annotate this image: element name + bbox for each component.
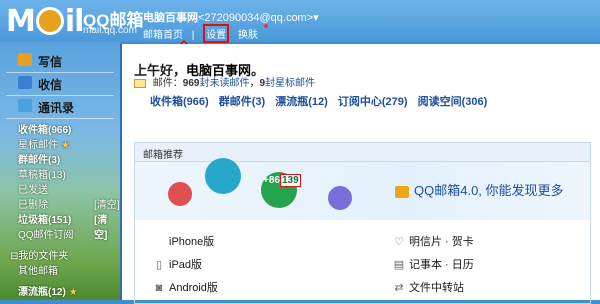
folder-label: 其他邮箱 — [18, 266, 58, 277]
folder-list: 收件箱(966) 星标邮件 ★ 群邮件(3) 草稿箱(13) 已发送 已删除 [清空… — [0, 123, 120, 300]
folder-shortcuts: 收件箱(966) 群邮件(3) 漂流瓶(12) 订阅中心(279) 阅读空间(3… — [150, 93, 494, 109]
badge-highlight: 139 — [279, 174, 301, 187]
folder-label: 垃圾箱(151) — [18, 215, 72, 226]
shortcut-bottle[interactable]: 漂流瓶(12) — [275, 96, 328, 108]
calendar-bubble-icon — [168, 182, 192, 206]
unread-link[interactable]: 封未读邮件 — [199, 78, 249, 89]
quick-contacts-button[interactable]: 通讯录 — [0, 96, 118, 118]
file-transfer-link[interactable]: ⇄ 文件中转站 — [393, 279, 464, 295]
folder-label: QQ邮件订阅 — [18, 230, 74, 241]
folder-group[interactable]: 群邮件(3) — [0, 153, 120, 168]
badge-prefix: +86 — [263, 175, 280, 186]
folder-sent[interactable]: 已发送 — [0, 183, 120, 198]
shortcut-group[interactable]: 群邮件(3) — [219, 96, 265, 108]
notebook-icon: ▤ — [393, 259, 405, 271]
folder-label: 收件箱(966) — [18, 125, 72, 136]
empty-trash-link[interactable]: [清空] — [94, 198, 120, 213]
folder-drafts[interactable]: 草稿箱(13) — [0, 168, 120, 183]
logo[interactable]: Mil — [6, 4, 85, 39]
account-email: <272090034@qq.com> — [198, 12, 314, 24]
quick-write-button[interactable]: 写信 — [0, 50, 118, 72]
app-label: iPad版 — [169, 259, 203, 271]
logo-m: M — [6, 4, 36, 39]
folder-deleted[interactable]: 已删除 [清空] — [0, 198, 120, 213]
mail-icon — [395, 185, 409, 198]
recommend-box: 邮箱推荐 +86 139 QQ邮箱4.0, 你能发现更多 iPhone版 ▯ iPa… — [134, 142, 591, 304]
mail-summary: 邮件：969封未读邮件，9封星标邮件 — [134, 74, 315, 89]
android-icon: ◙ — [155, 282, 163, 294]
main-panel: 上午好，电脑百事网。 邮件：969封未读邮件，9封星标邮件 收件箱(966) 群… — [120, 44, 600, 304]
iphone-link[interactable]: iPhone版 — [153, 233, 214, 249]
divider — [6, 118, 114, 119]
my-folders-toggle[interactable]: ⊟我的文件夹 — [0, 249, 120, 264]
folder-label: 星标邮件 — [18, 140, 58, 151]
group-label: 我的文件夹 — [18, 251, 69, 262]
summary-sep: ， — [249, 78, 260, 89]
folder-spam[interactable]: 垃圾箱(151) [清空] — [0, 213, 120, 241]
quick-inbox-button[interactable]: 收信 — [0, 73, 118, 95]
unread-count: 969 — [182, 78, 200, 89]
postcard-link[interactable]: ♡ 明信片 · 贺卡 — [393, 233, 474, 249]
caret-down-icon: ▾ — [313, 12, 319, 24]
app-label: 文件中转站 — [409, 282, 464, 294]
account-name: 电脑百事网 — [143, 12, 198, 24]
star-icon: ★ — [68, 287, 78, 298]
recommend-title: 邮箱推荐 — [143, 150, 183, 161]
star-link[interactable]: 封星标邮件 — [265, 78, 315, 89]
app-label: iPhone版 — [169, 236, 215, 248]
star-icon: ★ — [61, 140, 70, 151]
folder-inbox[interactable]: 收件箱(966) — [0, 123, 120, 138]
bird-bubble-icon — [205, 158, 241, 194]
notebook-link[interactable]: ▤ 记事本 · 日历 — [393, 256, 474, 272]
folder-drift-bottle[interactable]: 漂流瓶(12) ★ — [0, 285, 120, 300]
folder-starred[interactable]: 星标邮件 ★ — [0, 138, 120, 153]
logo-il: il — [64, 4, 85, 39]
contacts-icon — [18, 99, 32, 112]
account-menu[interactable]: 电脑百事网<272090034@qq.com>▾ — [143, 9, 319, 25]
folder-label: 已发送 — [18, 185, 48, 196]
shortcut-subscriptions[interactable]: 订阅中心(279) — [338, 96, 408, 108]
tablet-icon: ▯ — [155, 259, 163, 271]
app-label: Android版 — [169, 282, 218, 294]
shortcut-inbox[interactable]: 收件箱(966) — [150, 96, 209, 108]
new-dot-icon — [263, 24, 268, 28]
top-banner: Mil QQ邮箱 mail.qq.com 电脑百事网<272090034@qq.… — [0, 0, 600, 43]
transfer-icon: ⇄ — [394, 282, 404, 294]
quick-label: 收信 — [38, 78, 63, 92]
folder-label: 群邮件(3) — [18, 155, 61, 166]
logo-ring-icon — [35, 6, 64, 35]
skin-label: 换肤 — [237, 30, 258, 41]
write-icon — [18, 53, 32, 66]
promo-banner[interactable]: +86 139 QQ邮箱4.0, 你能发现更多 — [135, 158, 590, 220]
envelope-icon — [134, 78, 146, 88]
apple-icon — [153, 233, 165, 245]
shortcut-reading[interactable]: 阅读空间(306) — [418, 96, 488, 108]
skin-link[interactable]: 换肤 — [237, 24, 274, 41]
promo-text[interactable]: QQ邮箱4.0, 你能发现更多 — [395, 180, 564, 199]
folder-subscriptions[interactable]: QQ邮件订阅 — [0, 228, 120, 243]
app-label: 记事本 · 日历 — [409, 259, 474, 271]
top-links: 邮箱首页 | 设置 换肤 — [143, 24, 280, 43]
promo-label: QQ邮箱4.0, 你能发现更多 — [414, 183, 564, 198]
folder-label: 草稿箱(13) — [18, 170, 66, 181]
app-label: 明信片 · 贺卡 — [409, 236, 474, 248]
phone-badge: +86 139 — [263, 174, 301, 187]
inbox-icon — [18, 76, 32, 89]
mail-prefix: 邮件： — [152, 78, 183, 89]
quick-label: 通讯录 — [38, 101, 75, 115]
attachment-bubble-icon — [328, 186, 352, 210]
folder-label: 已删除 — [18, 200, 48, 211]
ipad-link[interactable]: ▯ iPad版 — [153, 256, 202, 272]
settings-link[interactable]: 设置 — [203, 24, 230, 43]
folder-label: 漂流瓶(12) — [18, 287, 66, 298]
folder-other-mailbox[interactable]: 其他邮箱 — [0, 264, 120, 279]
quick-label: 写信 — [38, 55, 63, 69]
heart-icon: ♡ — [394, 236, 404, 248]
android-link[interactable]: ◙ Android版 — [153, 279, 218, 295]
logo-domain: mail.qq.com — [83, 25, 137, 36]
recommend-header: 邮箱推荐 — [135, 143, 590, 162]
